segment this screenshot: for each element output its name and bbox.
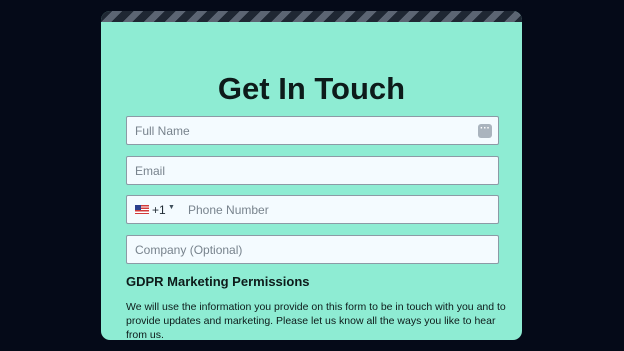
gdpr-heading: GDPR Marketing Permissions [126,274,310,289]
decorative-stripe-bar [101,11,522,22]
full-name-field[interactable]: Full Name ··· [126,116,499,145]
full-name-placeholder: Full Name [135,124,190,138]
company-placeholder: Company (Optional) [135,243,243,257]
caret-down-icon[interactable]: ▼ [168,204,175,211]
phone-placeholder: Phone Number [188,203,269,217]
more-dots-icon[interactable]: ··· [478,124,492,138]
form-title: Get In Touch [217,71,406,106]
phone-dial-code[interactable]: +1 [152,203,166,217]
email-field[interactable]: Email [126,156,499,185]
us-flag-icon[interactable] [135,205,149,214]
company-field[interactable]: Company (Optional) [126,235,499,264]
email-placeholder: Email [135,164,166,178]
phone-field[interactable]: +1 ▼ Phone Number [126,195,499,224]
contact-form-card: Get In Touch Full Name ··· Email +1 ▼ Ph… [101,11,522,340]
gdpr-description: We will use the information you provide … [126,301,506,340]
